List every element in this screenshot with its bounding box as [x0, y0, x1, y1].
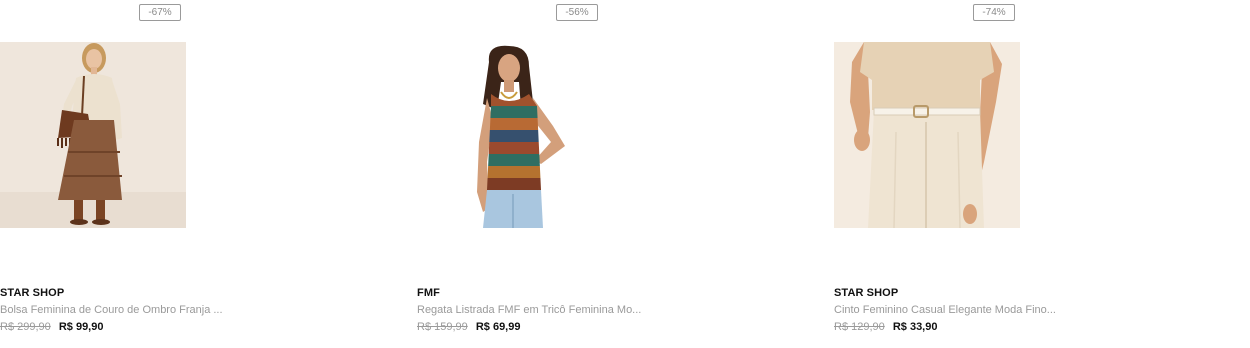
product-card[interactable]: -74% STAR SHOP Cinto Feminino Casual Ele…	[834, 0, 1234, 348]
model-wearing-belt-illustration	[834, 42, 1020, 228]
sale-price: R$ 33,90	[892, 321, 938, 333]
product-image[interactable]	[417, 42, 603, 228]
model-in-striped-tank-illustration	[417, 42, 603, 228]
product-title[interactable]: Regata Listrada FMF em Tricô Feminina Mo…	[417, 304, 647, 316]
discount-badge: -74%	[973, 4, 1015, 21]
sale-price: R$ 99,90	[58, 321, 104, 333]
model-with-fringe-bag-illustration	[0, 42, 186, 228]
product-title[interactable]: Cinto Feminino Casual Elegante Moda Fino…	[834, 304, 1064, 316]
product-card[interactable]: -67% STAR SHOP Bolsa Feminina de Couro d…	[0, 0, 400, 348]
product-image[interactable]	[834, 42, 1020, 228]
product-card[interactable]: -56% FMF Regata Listrada FMF em Tricô Fe…	[417, 0, 817, 348]
old-price: R$ 299,90	[0, 321, 51, 333]
sale-price: R$ 69,99	[475, 321, 521, 333]
old-price: R$ 159,99	[417, 321, 468, 333]
product-prices: R$ 299,90 R$ 99,90	[0, 321, 103, 333]
product-brand[interactable]: FMF	[417, 287, 440, 299]
product-grid: -67% STAR SHOP Bolsa Feminina de Couro d…	[0, 0, 1250, 348]
product-title[interactable]: Bolsa Feminina de Couro de Ombro Franja …	[0, 304, 230, 316]
discount-badge: -67%	[139, 4, 181, 21]
product-brand[interactable]: STAR SHOP	[0, 287, 64, 299]
product-prices: R$ 129,90 R$ 33,90	[834, 321, 937, 333]
product-prices: R$ 159,99 R$ 69,99	[417, 321, 520, 333]
product-image[interactable]	[0, 42, 186, 228]
product-brand[interactable]: STAR SHOP	[834, 287, 898, 299]
old-price: R$ 129,90	[834, 321, 885, 333]
discount-badge: -56%	[556, 4, 598, 21]
